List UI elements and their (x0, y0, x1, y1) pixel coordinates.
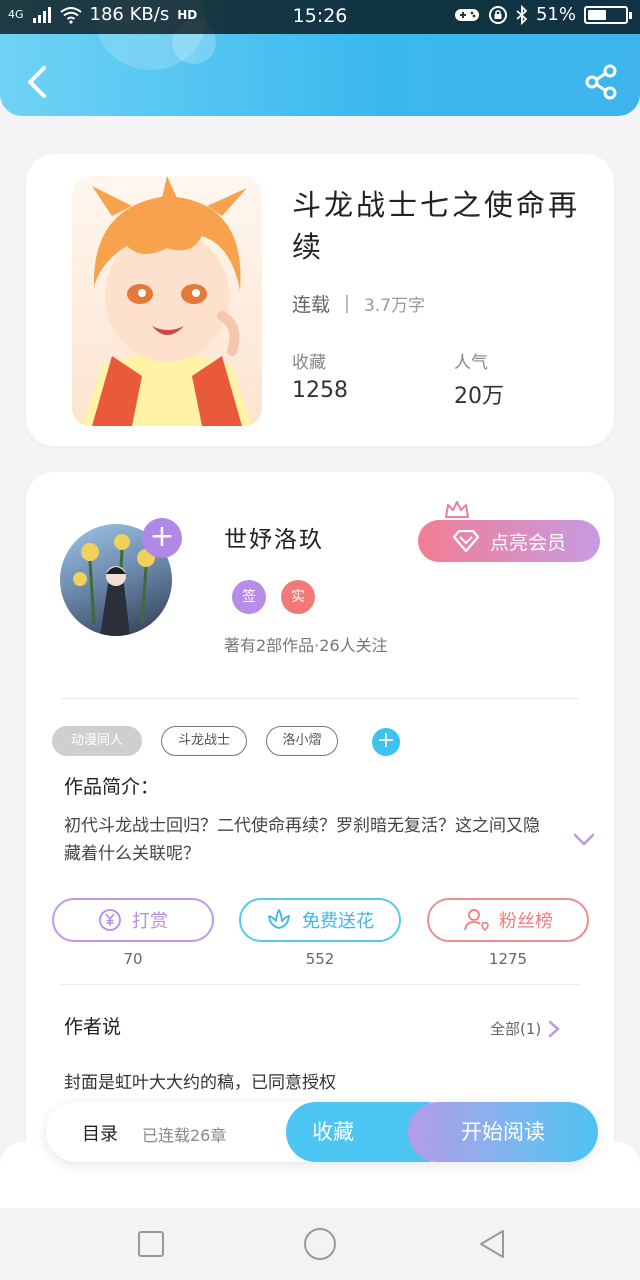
reward-count: 70 (123, 950, 143, 968)
chevron-down-icon[interactable] (572, 832, 596, 848)
fan-ranking-label: 粉丝榜 (499, 911, 553, 932)
book-status-row: 连载 3.7万字 (292, 290, 425, 317)
favorites-label: 收藏 (292, 353, 326, 373)
author-says-title: 作者说 (64, 1016, 122, 1038)
section-divider (60, 984, 580, 985)
divider (346, 294, 349, 313)
send-flower-button[interactable]: 免费送花 (239, 898, 401, 942)
vip-member-button[interactable]: 点亮会员 (418, 520, 600, 562)
popularity-value: 20万 (454, 384, 504, 409)
vip-label: 点亮会员 (489, 531, 566, 554)
author-says-text: 封面是虹叶大大约的稿，已同意授权 (64, 1073, 336, 1093)
battery-icon (584, 5, 632, 24)
chevron-left-icon (28, 66, 46, 98)
favorites-value: 1258 (292, 378, 348, 403)
diamond-icon (452, 530, 480, 552)
status-bar: 4G 186 KB/s HD 15:26 51% (0, 0, 640, 34)
view-all-label: 全部(1) (490, 1020, 542, 1038)
bluetooth-icon (516, 4, 528, 25)
book-info-card: 斗龙战士七之使命再续 连载 3.7万字 收藏 1258 人气 20万 (26, 154, 614, 446)
share-button[interactable] (584, 64, 618, 100)
yen-coin-icon (99, 909, 121, 931)
intro-title: 作品简介： (64, 776, 160, 798)
gamepad-icon (454, 8, 479, 21)
reward-label: 打赏 (132, 911, 168, 932)
chevron-right-icon (549, 1020, 561, 1037)
share-icon (585, 64, 617, 100)
reward-button[interactable]: 打赏 (52, 898, 214, 942)
send-flower-label: 免费送花 (302, 911, 374, 932)
crown-icon (445, 501, 469, 518)
word-count: 3.7万字 (364, 296, 426, 316)
tag-chip[interactable]: 斗龙战士 (161, 726, 247, 756)
chapter-count: 已连载26章 (142, 1126, 227, 1145)
author-meta: 著有2部作品·26人关注 (224, 636, 388, 655)
author-card: + 世妤洛玖 签 实 著有2部作品·26人关注 点亮会员 动漫同人 斗龙战士 洛… (26, 472, 614, 1172)
fan-ranking-button[interactable]: 粉丝榜 (427, 898, 589, 942)
section-divider (60, 698, 580, 699)
signed-badge: 签 (232, 580, 266, 614)
system-navigation-bar (0, 1208, 640, 1280)
start-reading-button[interactable]: 开始阅读 (408, 1102, 598, 1162)
lock-rotation-icon (488, 5, 507, 24)
flower-icon (268, 909, 290, 929)
back-triangle-icon[interactable] (478, 1228, 506, 1260)
serial-status: 连载 (292, 294, 331, 316)
header: 4G 186 KB/s HD 15:26 51% (0, 0, 640, 116)
flower-count: 552 (305, 950, 335, 968)
intro-text: 初代斗龙战士回归？二代使命再续？罗刹暗无复活？这之间又隐藏着什么关联呢？ (64, 816, 540, 864)
view-all-link[interactable]: 全部(1) (490, 1018, 561, 1039)
tag-chip[interactable]: 动漫同人 (52, 726, 142, 756)
tag-chip[interactable]: 洛小熠 (266, 726, 338, 756)
home-circle-icon[interactable] (303, 1227, 337, 1261)
author-name[interactable]: 世妤洛玖 (224, 520, 324, 554)
battery-percent: 51% (535, 4, 576, 25)
verified-badge: 实 (281, 580, 315, 614)
book-cover-image[interactable] (72, 176, 262, 426)
fan-user-icon (464, 909, 489, 931)
popularity-label: 人气 (454, 353, 488, 373)
add-tag-button[interactable]: + (372, 728, 400, 756)
recents-square-icon[interactable] (137, 1230, 165, 1258)
bottom-action-bar: 目录 已连载26章 收藏 开始阅读 (46, 1102, 598, 1162)
back-button[interactable] (22, 62, 52, 102)
follow-author-button[interactable]: + (142, 518, 182, 558)
fans-count: 1275 (488, 950, 528, 968)
book-title: 斗龙战士七之使命再续 (292, 188, 581, 264)
table-of-contents-button[interactable]: 目录 (82, 1120, 118, 1146)
